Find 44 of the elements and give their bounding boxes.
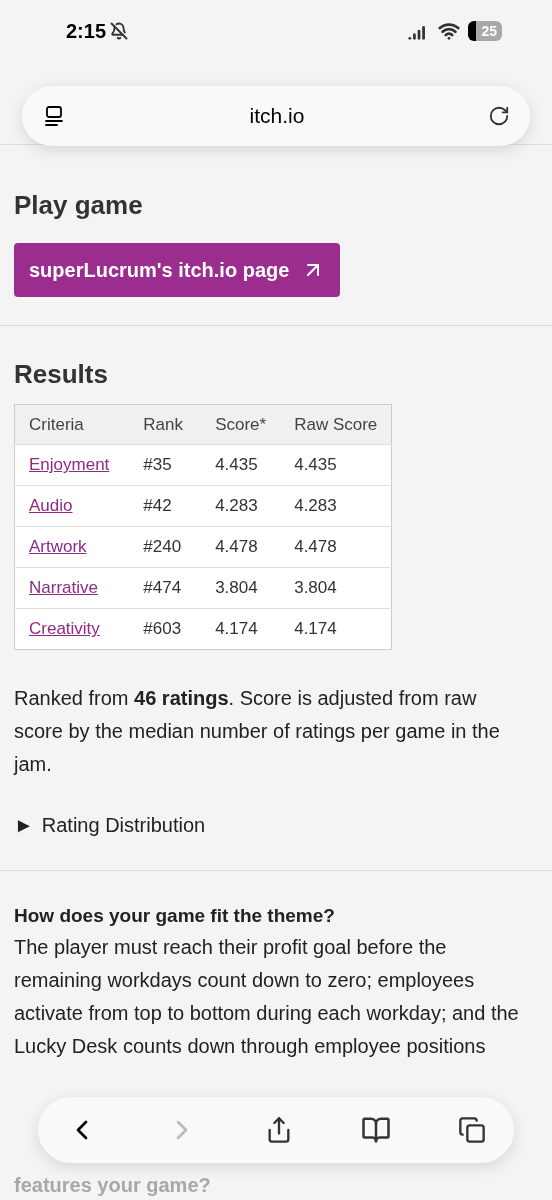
criteria-link[interactable]: Enjoyment (29, 455, 110, 475)
raw-score-cell: 4.174 (280, 608, 392, 650)
tabs-button[interactable] (458, 1116, 486, 1144)
score-cell: 3.804 (201, 567, 281, 609)
tabs-icon (458, 1116, 486, 1144)
column-header: Rank (129, 404, 202, 445)
column-header: Score* (201, 404, 281, 445)
criteria-link[interactable]: Narrative (29, 578, 98, 598)
raw-score-cell: 4.435 (280, 444, 392, 486)
question-text: How does your game fit the theme? (14, 904, 336, 928)
page-menu-icon (42, 104, 66, 128)
bookmarks-button[interactable] (360, 1115, 391, 1145)
score-cell: 4.283 (201, 485, 281, 527)
address-bar[interactable]: itch.io (22, 86, 530, 146)
score-cell: 4.478 (201, 526, 281, 568)
rank-cell: #42 (129, 485, 202, 527)
itch-page-button[interactable]: superLucrum's itch.io page (14, 243, 341, 297)
reload-icon[interactable] (488, 105, 510, 127)
raw-score-cell: 3.804 (280, 567, 392, 609)
rank-cell: #240 (129, 526, 202, 568)
rating-distribution-toggle[interactable]: ► Rating Distribution (14, 809, 538, 842)
battery-indicator: 25 (468, 21, 502, 41)
raw-score-cell: 4.283 (280, 485, 392, 527)
rank-cell: #603 (129, 608, 202, 650)
criteria-link[interactable]: Audio (29, 496, 73, 516)
ranking-summary: Ranked from 46 ratings. Score is adjusted from raw score by the median number of ratings per game in the jam. (14, 686, 501, 777)
criteria-link[interactable]: Creativity (29, 619, 100, 639)
answer-text: The player must reach their profit goal before the remaining workdays count down to zero; employees activate from top to bottom during each workday; and the Lucky Desk counts down through employee positions (14, 935, 519, 1059)
question-text: features your game? (14, 1173, 212, 1198)
wifi-icon (438, 20, 461, 42)
book-icon (360, 1115, 391, 1145)
column-header: Raw Score (280, 404, 392, 445)
criteria-link[interactable]: Artwork (29, 537, 87, 557)
silent-icon (110, 22, 129, 40)
rank-cell: #35 (129, 444, 202, 486)
section-heading: Play game (14, 189, 144, 221)
score-cell: 4.435 (201, 444, 281, 486)
status-time: 2:15 (66, 19, 107, 44)
column-header: Criteria (14, 404, 130, 445)
raw-score-cell: 4.478 (280, 526, 392, 568)
score-cell: 4.174 (201, 608, 281, 650)
rank-cell: #474 (129, 567, 202, 609)
url-text: itch.io (249, 103, 305, 130)
section-heading: Results (14, 358, 109, 390)
